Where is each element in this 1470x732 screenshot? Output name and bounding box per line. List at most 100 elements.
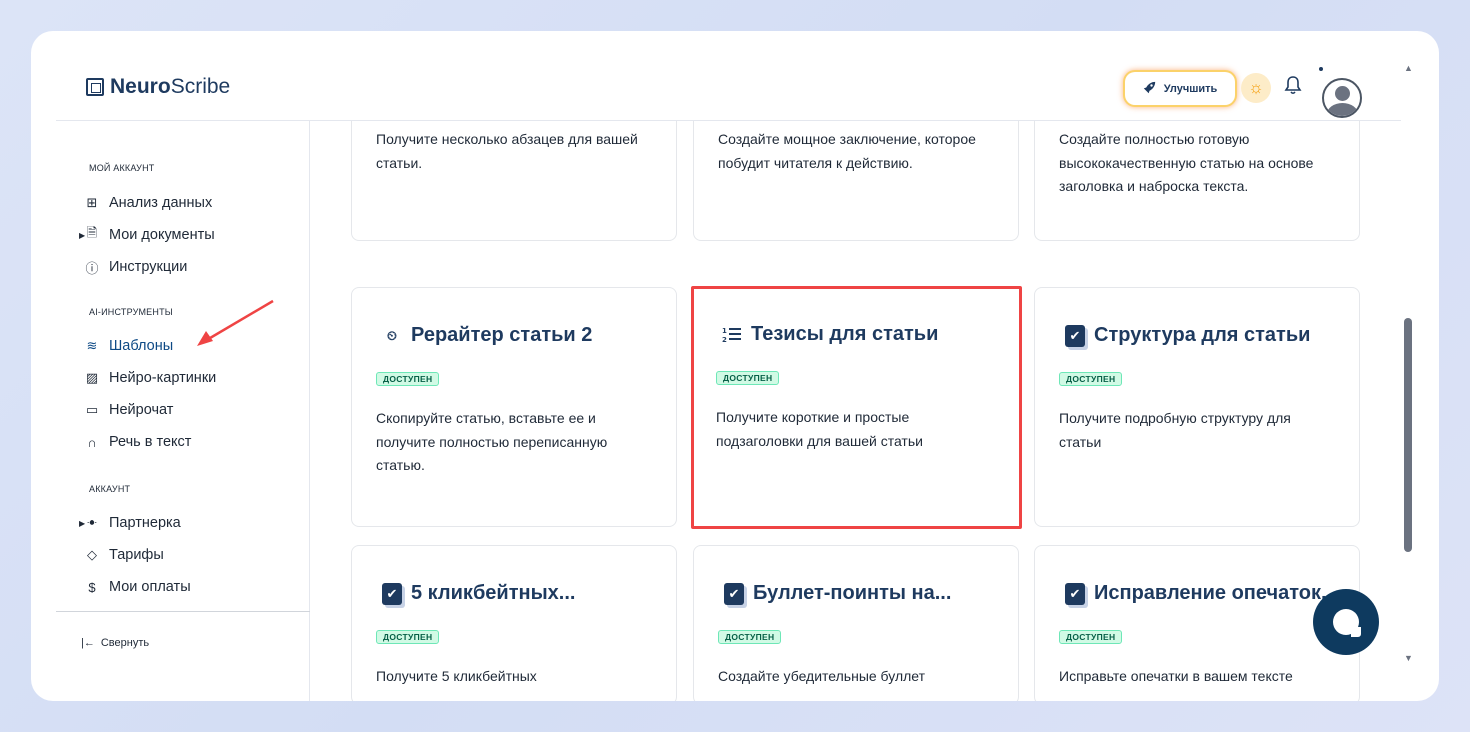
logo[interactable]: NeuroScribe	[86, 75, 230, 99]
sidebar-item-speech-to-text[interactable]: ∩ Речь в текст	[84, 430, 191, 454]
numbered-list-icon: 12	[722, 324, 742, 346]
card-description: Создайте убедительные буллет	[718, 668, 926, 684]
grid-icon: ⊞	[86, 195, 98, 210]
collapse-icon: |←	[81, 637, 95, 649]
sidebar-item-label: Тарифы	[109, 547, 164, 563]
card-description: Скопируйте статью, вставьте ее и получит…	[376, 410, 608, 473]
card-title: Рерайтер статьи 2	[411, 324, 593, 346]
sidebar-divider	[56, 611, 310, 612]
sidebar-item-instructions[interactable]: ⓘ Инструкции	[84, 255, 187, 279]
svg-text:1: 1	[722, 327, 727, 335]
app-window: NeuroScribe Улучшить ☼ МОЙ АККАУНТ ⊞ Ана…	[31, 31, 1439, 701]
collapse-button[interactable]: |← Свернуть	[81, 637, 149, 649]
layers-icon: ≋	[86, 338, 98, 353]
users-icon: ꔹ	[86, 515, 98, 530]
sidebar-item-templates[interactable]: ≋ Шаблоны	[84, 334, 174, 358]
template-card-article-structure[interactable]: ✔ Структура для статьи ДОСТУПЕН Получите…	[1034, 287, 1360, 527]
rocket-icon	[1143, 81, 1156, 97]
upgrade-button[interactable]: Улучшить	[1125, 72, 1235, 105]
templates-grid: Получите несколько абзацев для вашей ста…	[310, 121, 1401, 701]
sidebar-item-label: Шаблоны	[109, 338, 174, 354]
annotation-arrow	[197, 299, 274, 346]
headphones-icon: ∩	[87, 434, 97, 450]
template-card[interactable]: Создайте полностью готовую высококачеств…	[1034, 121, 1360, 241]
collapse-label: Свернуть	[100, 637, 150, 649]
checkbox-icon: ✔	[382, 582, 402, 605]
image-icon: ▨	[85, 370, 99, 385]
card-title: Структура для статьи	[1094, 324, 1311, 346]
sidebar-item-data-analysis[interactable]: ⊞ Анализ данных	[84, 191, 213, 215]
card-title: Тезисы для статьи	[751, 323, 939, 345]
upgrade-label: Улучшить	[1163, 82, 1218, 95]
sidebar-item-label: Анализ данных	[109, 195, 213, 211]
sidebar-item-partners[interactable]: ▶ ꔹ Партнерка	[79, 511, 181, 535]
sidebar-item-neuro-images[interactable]: ▨ Нейро-картинки	[84, 366, 216, 390]
card-description: Создайте мощное заключение, которое побу…	[718, 131, 976, 171]
help-circle-icon: ⓘ	[85, 260, 99, 276]
scroll-down-icon[interactable]: ▼	[1404, 653, 1413, 663]
template-card-typo-fix[interactable]: ✔ Исправление опечаток... ДОСТУПЕН Испра…	[1034, 545, 1360, 701]
top-header: NeuroScribe Улучшить ☼	[56, 31, 1401, 121]
card-title: Буллет-поинты на...	[753, 582, 952, 604]
template-card[interactable]: Получите несколько абзацев для вашей ста…	[351, 121, 677, 241]
checkbox-icon: ✔	[724, 582, 744, 605]
support-chat-button[interactable]	[1313, 589, 1379, 655]
section-title-my-account: МОЙ АККАУНТ	[89, 163, 155, 173]
notifications-button[interactable]	[1284, 75, 1302, 101]
scrollbar-thumb[interactable]	[1404, 318, 1412, 552]
caret-right-icon: ▶	[79, 518, 86, 528]
card-description: Создайте полностью готовую высококачеств…	[1059, 131, 1314, 194]
sidebar-item-my-documents[interactable]: ▶ 🗎 Мои документы	[79, 223, 215, 247]
sidebar-item-tariffs[interactable]: ◇ Тарифы	[84, 543, 164, 567]
logo-text-regular: Scribe	[170, 75, 231, 98]
sidebar-item-my-payments[interactable]: $ Мои оплаты	[84, 575, 191, 599]
template-card[interactable]: Создайте мощное заключение, которое побу…	[693, 121, 1019, 241]
card-title: 5 кликбейтных...	[411, 582, 576, 604]
chat-icon: ▭	[85, 402, 99, 417]
template-card-clickbait[interactable]: ✔ 5 кликбейтных... ДОСТУПЕН Получите 5 к…	[351, 545, 677, 701]
section-title-account: АККАУНТ	[89, 484, 131, 494]
sidebar-item-label: Речь в текст	[109, 434, 192, 450]
sidebar-item-label: Инструкции	[109, 259, 188, 275]
section-title-ai-tools: AI-ИНСТРУМЕНТЫ	[89, 307, 173, 317]
status-badge: ДОСТУПЕН	[1059, 372, 1123, 386]
status-badge: ДОСТУПЕН	[1059, 630, 1123, 644]
template-card-bullet-points[interactable]: ✔ Буллет-поинты на... ДОСТУПЕН Создайте …	[693, 545, 1019, 701]
sidebar-item-label: Нейро-картинки	[109, 370, 217, 386]
sidebar-item-label: Партнерка	[109, 515, 181, 531]
checkbox-icon: ✔	[1065, 324, 1085, 347]
document-icon: 🗎	[86, 225, 98, 240]
caret-right-icon: ▶	[79, 230, 86, 240]
card-description: Получите несколько абзацев для вашей ста…	[376, 131, 638, 171]
card-description: Получите 5 кликбейтных	[376, 668, 537, 684]
theme-toggle-button[interactable]: ☼	[1241, 73, 1271, 103]
tag-icon: ◇	[87, 547, 97, 562]
sidebar: МОЙ АККАУНТ ⊞ Анализ данных ▶ 🗎 Мои доку…	[56, 121, 310, 701]
status-badge: ДОСТУПЕН	[716, 371, 780, 385]
logo-text-bold: Neuro	[110, 75, 171, 98]
chat-bubble-icon	[1333, 609, 1361, 637]
sidebar-item-label: Нейрочат	[109, 402, 174, 418]
status-badge: ДОСТУПЕН	[376, 630, 440, 644]
logo-icon	[86, 78, 104, 96]
scroll-up-icon[interactable]: ▲	[1404, 63, 1413, 73]
card-description: Получите подробную структуру для статьи	[1059, 410, 1291, 450]
sidebar-item-label: Мои оплаты	[109, 579, 191, 595]
sidebar-item-neurochat[interactable]: ▭ Нейрочат	[84, 398, 174, 422]
card-description: Исправьте опечатки в вашем тексте	[1059, 668, 1293, 684]
scrollbar[interactable]: ▲ ▼	[1401, 61, 1417, 676]
checkbox-icon: ✔	[1065, 582, 1085, 605]
card-description: Получите короткие и простые подзаголовки…	[716, 409, 923, 449]
card-title: Исправление опечаток...	[1094, 582, 1338, 604]
sun-icon: ☼	[1248, 78, 1264, 97]
template-card-article-rewriter[interactable]: ⏲ Рерайтер статьи 2 ДОСТУПЕН Скопируйте …	[351, 287, 677, 527]
status-badge: ДОСТУПЕН	[718, 630, 782, 644]
clock-icon: ⏲	[386, 327, 398, 343]
bell-icon	[1284, 76, 1302, 95]
avatar[interactable]	[1322, 78, 1362, 118]
template-card-article-theses[interactable]: 12 Тезисы для статьи ДОСТУПЕН Получите к…	[691, 286, 1022, 529]
status-badge: ДОСТУПЕН	[376, 372, 440, 386]
sidebar-item-label: Мои документы	[109, 227, 215, 243]
dollar-icon: $	[88, 579, 96, 595]
notification-dot	[1319, 67, 1323, 71]
